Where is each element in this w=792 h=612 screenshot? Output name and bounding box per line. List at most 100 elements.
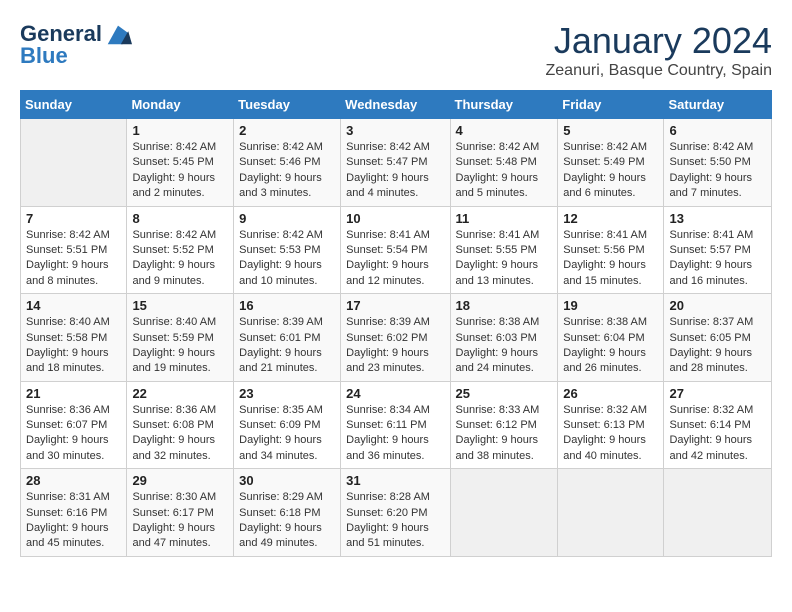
calendar-cell: 16 Sunrise: 8:39 AMSunset: 6:01 PMDayligh… [234, 294, 341, 382]
day-number: 2 [239, 123, 335, 138]
day-info: Sunrise: 8:42 AMSunset: 5:50 PMDaylight:… [669, 140, 766, 202]
day-info: Sunrise: 8:42 AMSunset: 5:53 PMDaylight:… [239, 228, 335, 290]
day-number: 29 [132, 473, 228, 488]
calendar-cell: 5 Sunrise: 8:42 AMSunset: 5:49 PMDaylight… [558, 119, 664, 207]
day-header-sunday: Sunday [21, 91, 127, 119]
day-number: 8 [132, 211, 228, 226]
calendar-cell: 27Sunrise: 8:32 AMSunset: 6:14 PMDayligh… [664, 381, 772, 469]
calendar-cell: 9 Sunrise: 8:42 AMSunset: 5:53 PMDaylight… [234, 206, 341, 294]
calendar-cell: 17Sunrise: 8:39 AMSunset: 6:02 PMDayligh… [341, 294, 450, 382]
day-info: Sunrise: 8:36 AMSunset: 6:07 PMDaylight:… [26, 403, 121, 465]
day-info: Sunrise: 8:39 AMSunset: 6:01 PMDaylight:… [239, 315, 335, 377]
day-info: Sunrise: 8:31 AMSunset: 6:16 PMDaylight:… [26, 490, 121, 552]
calendar-cell: 23 Sunrise: 8:35 AMSunset: 6:09 PMDayligh… [234, 381, 341, 469]
day-header-saturday: Saturday [664, 91, 772, 119]
day-info: Sunrise: 8:42 AMSunset: 5:47 PMDaylight:… [346, 140, 444, 202]
day-header-monday: Monday [127, 91, 234, 119]
calendar-cell: 13 Sunrise: 8:41 AMSunset: 5:57 PMDayligh… [664, 206, 772, 294]
day-info: Sunrise: 8:41 AMSunset: 5:56 PMDaylight:… [563, 228, 658, 290]
day-number: 24 [346, 386, 444, 401]
day-info: Sunrise: 8:42 AMSunset: 5:48 PMDaylight:… [456, 140, 553, 202]
day-number: 3 [346, 123, 444, 138]
week-row-4: 21 Sunrise: 8:36 AMSunset: 6:07 PMDayligh… [21, 381, 772, 469]
day-info: Sunrise: 8:28 AMSunset: 6:20 PMDaylight:… [346, 490, 444, 552]
day-info: Sunrise: 8:42 AMSunset: 5:45 PMDaylight:… [132, 140, 228, 202]
page-header: General Blue January 2024 Zeanuri, Basqu… [20, 20, 772, 80]
day-info: Sunrise: 8:36 AMSunset: 6:08 PMDaylight:… [132, 403, 228, 465]
day-header-friday: Friday [558, 91, 664, 119]
day-info: Sunrise: 8:33 AMSunset: 6:12 PMDaylight:… [456, 403, 553, 465]
day-number: 17 [346, 298, 444, 313]
day-info: Sunrise: 8:42 AMSunset: 5:51 PMDaylight:… [26, 228, 121, 290]
day-info: Sunrise: 8:35 AMSunset: 6:09 PMDaylight:… [239, 403, 335, 465]
calendar-cell: 30Sunrise: 8:29 AMSunset: 6:18 PMDayligh… [234, 469, 341, 557]
day-number: 1 [132, 123, 228, 138]
month-title: January 2024 [546, 20, 773, 62]
week-row-2: 7 Sunrise: 8:42 AMSunset: 5:51 PMDaylight… [21, 206, 772, 294]
day-number: 13 [669, 211, 766, 226]
day-info: Sunrise: 8:34 AMSunset: 6:11 PMDaylight:… [346, 403, 444, 465]
calendar-cell: 4Sunrise: 8:42 AMSunset: 5:48 PMDaylight… [450, 119, 558, 207]
location: Zeanuri, Basque Country, Spain [546, 62, 773, 80]
calendar-cell: 21 Sunrise: 8:36 AMSunset: 6:07 PMDayligh… [21, 381, 127, 469]
day-number: 21 [26, 386, 121, 401]
day-number: 26 [563, 386, 658, 401]
day-number: 16 [239, 298, 335, 313]
calendar-cell [450, 469, 558, 557]
logo-icon [104, 20, 132, 48]
calendar-cell: 8 Sunrise: 8:42 AMSunset: 5:52 PMDaylight… [127, 206, 234, 294]
day-number: 5 [563, 123, 658, 138]
calendar-cell: 1 Sunrise: 8:42 AMSunset: 5:45 PMDaylight… [127, 119, 234, 207]
logo: General Blue [20, 20, 132, 68]
calendar-cell: 15 Sunrise: 8:40 AMSunset: 5:59 PMDayligh… [127, 294, 234, 382]
day-number: 7 [26, 211, 121, 226]
day-info: Sunrise: 8:41 AMSunset: 5:57 PMDaylight:… [669, 228, 766, 290]
calendar-cell: 6 Sunrise: 8:42 AMSunset: 5:50 PMDaylight… [664, 119, 772, 207]
calendar-cell [21, 119, 127, 207]
day-number: 23 [239, 386, 335, 401]
week-row-3: 14Sunrise: 8:40 AMSunset: 5:58 PMDayligh… [21, 294, 772, 382]
day-number: 25 [456, 386, 553, 401]
calendar-cell: 7 Sunrise: 8:42 AMSunset: 5:51 PMDaylight… [21, 206, 127, 294]
day-info: Sunrise: 8:41 AMSunset: 5:55 PMDaylight:… [456, 228, 553, 290]
day-number: 19 [563, 298, 658, 313]
day-number: 12 [563, 211, 658, 226]
calendar-cell: 10 Sunrise: 8:41 AMSunset: 5:54 PMDayligh… [341, 206, 450, 294]
day-number: 6 [669, 123, 766, 138]
calendar-cell: 14Sunrise: 8:40 AMSunset: 5:58 PMDayligh… [21, 294, 127, 382]
calendar-cell: 11 Sunrise: 8:41 AMSunset: 5:55 PMDayligh… [450, 206, 558, 294]
day-info: Sunrise: 8:42 AMSunset: 5:52 PMDaylight:… [132, 228, 228, 290]
day-number: 31 [346, 473, 444, 488]
day-number: 18 [456, 298, 553, 313]
calendar-cell [558, 469, 664, 557]
calendar-cell [664, 469, 772, 557]
day-number: 15 [132, 298, 228, 313]
calendar-cell: 24 Sunrise: 8:34 AMSunset: 6:11 PMDayligh… [341, 381, 450, 469]
calendar-cell: 28Sunrise: 8:31 AMSunset: 6:16 PMDayligh… [21, 469, 127, 557]
day-info: Sunrise: 8:38 AMSunset: 6:04 PMDaylight:… [563, 315, 658, 377]
day-info: Sunrise: 8:41 AMSunset: 5:54 PMDaylight:… [346, 228, 444, 290]
header-row: SundayMondayTuesdayWednesdayThursdayFrid… [21, 91, 772, 119]
day-info: Sunrise: 8:40 AMSunset: 5:58 PMDaylight:… [26, 315, 121, 377]
day-number: 9 [239, 211, 335, 226]
calendar-cell: 19 Sunrise: 8:38 AMSunset: 6:04 PMDayligh… [558, 294, 664, 382]
calendar-cell: 29 Sunrise: 8:30 AMSunset: 6:17 PMDayligh… [127, 469, 234, 557]
title-block: January 2024 Zeanuri, Basque Country, Sp… [546, 20, 773, 80]
day-info: Sunrise: 8:29 AMSunset: 6:18 PMDaylight:… [239, 490, 335, 552]
day-header-thursday: Thursday [450, 91, 558, 119]
day-header-tuesday: Tuesday [234, 91, 341, 119]
day-number: 27 [669, 386, 766, 401]
week-row-1: 1 Sunrise: 8:42 AMSunset: 5:45 PMDaylight… [21, 119, 772, 207]
day-info: Sunrise: 8:42 AMSunset: 5:46 PMDaylight:… [239, 140, 335, 202]
day-info: Sunrise: 8:30 AMSunset: 6:17 PMDaylight:… [132, 490, 228, 552]
day-info: Sunrise: 8:42 AMSunset: 5:49 PMDaylight:… [563, 140, 658, 202]
day-number: 10 [346, 211, 444, 226]
day-info: Sunrise: 8:37 AMSunset: 6:05 PMDaylight:… [669, 315, 766, 377]
calendar-cell: 31 Sunrise: 8:28 AMSunset: 6:20 PMDayligh… [341, 469, 450, 557]
day-header-wednesday: Wednesday [341, 91, 450, 119]
calendar-cell: 26Sunrise: 8:32 AMSunset: 6:13 PMDayligh… [558, 381, 664, 469]
week-row-5: 28Sunrise: 8:31 AMSunset: 6:16 PMDayligh… [21, 469, 772, 557]
day-number: 11 [456, 211, 553, 226]
calendar-cell: 2 Sunrise: 8:42 AMSunset: 5:46 PMDaylight… [234, 119, 341, 207]
day-info: Sunrise: 8:40 AMSunset: 5:59 PMDaylight:… [132, 315, 228, 377]
